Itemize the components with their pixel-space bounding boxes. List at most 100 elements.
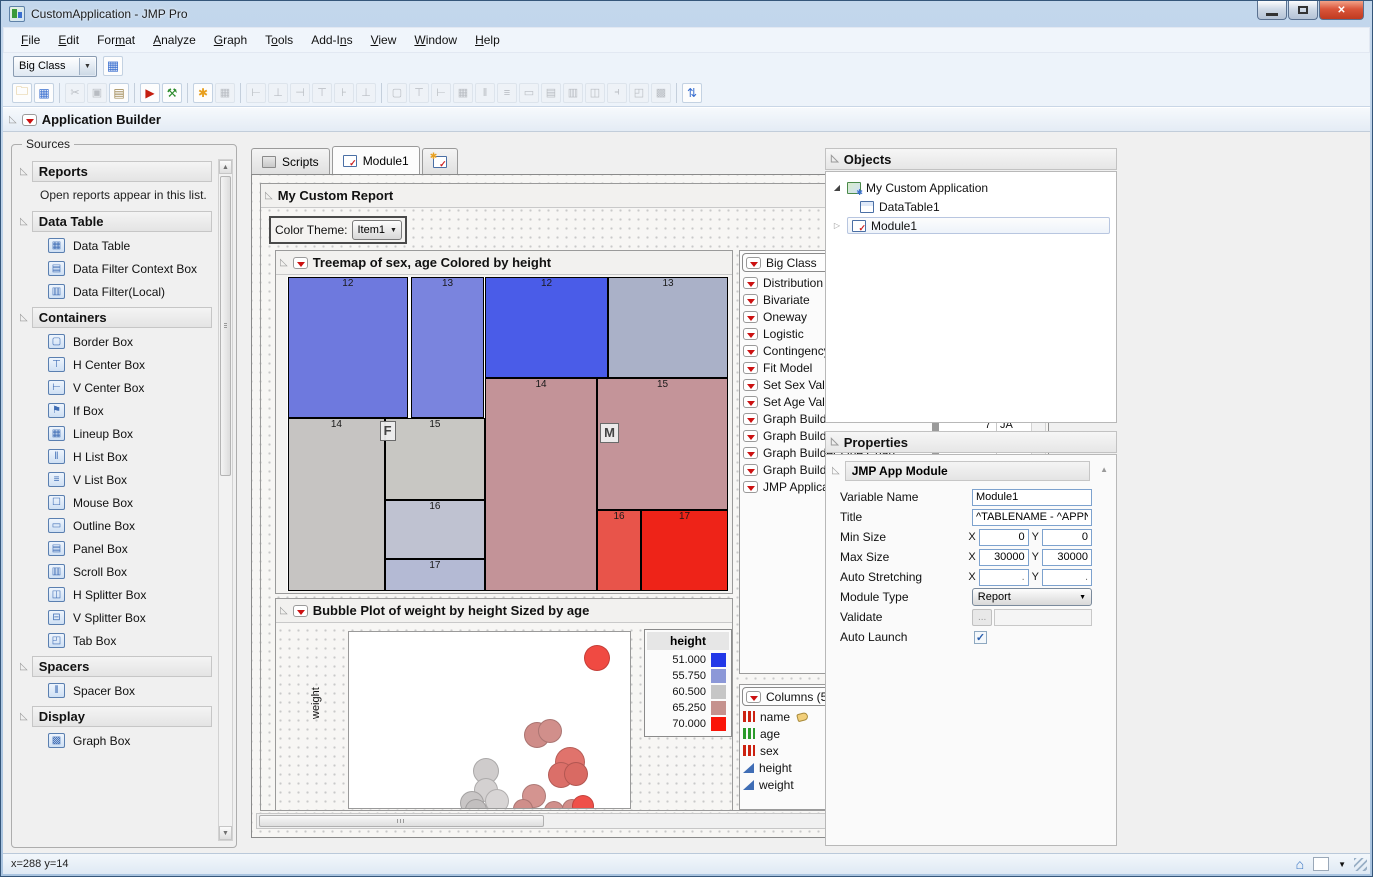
section-header-reports[interactable]: ◺Reports [20, 161, 212, 182]
tree-node-application[interactable]: ◢ My Custom Application [826, 178, 1116, 197]
resize-grip[interactable] [1354, 858, 1367, 871]
sidebar-item-data-table[interactable]: ▦Data Table [18, 234, 212, 257]
section-header-display[interactable]: ◺Display [20, 706, 212, 727]
tree-collapsed-icon[interactable]: ▷ [832, 221, 842, 230]
sidebar-item-spacer-box[interactable]: ⫴Spacer Box [18, 679, 212, 702]
new-module-icon[interactable]: ✱ [193, 83, 213, 103]
min-size-x-field[interactable] [979, 529, 1029, 546]
maximize-button[interactable] [1288, 1, 1318, 20]
tree-node-datatable[interactable]: DataTable1 [826, 197, 1116, 216]
auto-launch-checkbox[interactable]: ✓ [974, 631, 987, 644]
auto-stretching-x-field[interactable] [979, 569, 1029, 586]
save-icon[interactable]: ▦ [34, 83, 54, 103]
red-triangle-menu-icon[interactable] [743, 430, 758, 442]
open-icon[interactable]: 🗀 [12, 83, 32, 103]
menu-item-help[interactable]: Help [466, 29, 509, 51]
section-header-spacers[interactable]: ◺Spacers [20, 656, 212, 677]
new-module-tab[interactable] [422, 148, 458, 174]
sidebar-item-graph-box[interactable]: ▩Graph Box [18, 729, 212, 752]
treemap-cell-f-16[interactable]: 16 [385, 500, 485, 559]
color-theme-dropdown[interactable]: Item1 ▼ [352, 220, 401, 240]
sidebar-item-mouse-box[interactable]: ☐Mouse Box [18, 491, 212, 514]
max-size-x-field[interactable] [979, 549, 1029, 566]
treemap-cell-m-17[interactable]: 17 [641, 510, 728, 591]
home-icon[interactable]: ⌂ [1296, 856, 1304, 872]
window-list-button[interactable] [1313, 857, 1329, 871]
tab-module1[interactable]: Module1 [332, 146, 420, 174]
collapse-triangle-icon[interactable]: ◺ [20, 167, 28, 177]
collapse-triangle-icon[interactable]: ◺ [265, 191, 273, 201]
treemap-cell-f-12[interactable]: 12 [288, 277, 408, 418]
menu-item-view[interactable]: View [362, 29, 406, 51]
debug-script-icon[interactable]: ⚒ [162, 83, 182, 103]
minimize-button[interactable] [1257, 1, 1287, 20]
sidebar-item-v-center-box[interactable]: ⊢V Center Box [18, 376, 212, 399]
section-header-data-table[interactable]: ◺Data Table [20, 211, 212, 232]
treemap-cell-m-14[interactable]: 14 [485, 378, 597, 591]
run-script-icon[interactable]: ▶ [140, 83, 160, 103]
collapse-triangle-icon[interactable]: ◺ [832, 466, 840, 476]
close-button[interactable]: ✕ [1319, 1, 1364, 20]
collapse-triangle-icon[interactable]: ◺ [9, 115, 17, 125]
collapse-triangle-icon[interactable]: ◺ [831, 154, 839, 164]
red-triangle-menu-icon[interactable] [746, 257, 761, 269]
red-triangle-menu-icon[interactable] [743, 379, 758, 391]
collapse-triangle-icon[interactable]: ◺ [280, 606, 288, 616]
treemap-cell-f-17[interactable]: 17 [385, 559, 485, 591]
paste-icon[interactable]: ▤ [109, 83, 129, 103]
red-triangle-menu-icon[interactable] [743, 464, 758, 476]
auto-stretching-y-field[interactable] [1042, 569, 1092, 586]
min-size-y-field[interactable] [1042, 529, 1092, 546]
treemap-cell-m-16[interactable]: 16 [597, 510, 641, 591]
red-triangle-menu-icon[interactable] [293, 257, 308, 269]
red-triangle-menu-icon[interactable] [22, 114, 37, 126]
treemap-cell-f-15[interactable]: 15 [385, 418, 485, 500]
collapse-triangle-icon[interactable]: ◺ [20, 217, 28, 227]
red-triangle-menu-icon[interactable] [743, 328, 758, 340]
menu-item-tools[interactable]: Tools [256, 29, 302, 51]
sidebar-item-lineup-box[interactable]: ▦Lineup Box [18, 422, 212, 445]
treemap-cell-f-14[interactable]: 14 [288, 418, 385, 591]
scroll-up-icon[interactable]: ▲ [219, 160, 232, 174]
red-triangle-menu-icon[interactable] [743, 481, 758, 493]
red-triangle-menu-icon[interactable] [743, 413, 758, 425]
sidebar-item-border-box[interactable]: ▢Border Box [18, 330, 212, 353]
scroll-down-icon[interactable]: ▼ [219, 826, 232, 840]
validate-field[interactable] [994, 609, 1092, 626]
red-triangle-menu-icon[interactable] [293, 605, 308, 617]
red-triangle-menu-icon[interactable] [746, 691, 761, 703]
tree-node-module[interactable]: ▷ Module1 [826, 216, 1116, 235]
variable-name-field[interactable] [972, 489, 1092, 506]
collapse-triangle-icon[interactable]: ◺ [20, 662, 28, 672]
sidebar-item-if-box[interactable]: ⚑If Box [18, 399, 212, 422]
menu-item-window[interactable]: Window [405, 29, 466, 51]
title-field[interactable] [972, 509, 1092, 526]
treemap-cell-m-15[interactable]: 15 [597, 378, 728, 510]
treemap-cell-m-12[interactable]: 12 [485, 277, 608, 378]
menu-item-graph[interactable]: Graph [205, 29, 256, 51]
red-triangle-menu-icon[interactable] [743, 345, 758, 357]
sidebar-item-v-list-box[interactable]: ≡V List Box [18, 468, 212, 491]
sidebar-item-h-center-box[interactable]: ⊤H Center Box [18, 353, 212, 376]
red-triangle-menu-icon[interactable] [743, 277, 758, 289]
tab-scripts[interactable]: Scripts [251, 148, 330, 174]
collapse-triangle-icon[interactable]: ◺ [831, 437, 839, 447]
sidebar-item-panel-box[interactable]: ▤Panel Box [18, 537, 212, 560]
menu-item-file[interactable]: File [12, 29, 49, 51]
module-type-select[interactable]: Report ▼ [972, 588, 1092, 606]
red-triangle-menu-icon[interactable] [743, 294, 758, 306]
reorder-icon[interactable]: ⇅ [682, 83, 702, 103]
section-header-containers[interactable]: ◺Containers [20, 307, 212, 328]
collapse-triangle-icon[interactable]: ◺ [280, 258, 288, 268]
chevron-down-icon[interactable]: ▼ [1338, 860, 1346, 869]
collapse-triangle-icon[interactable]: ◺ [20, 712, 28, 722]
sidebar-item-v-splitter-box[interactable]: ⊟V Splitter Box [18, 606, 212, 629]
red-triangle-menu-icon[interactable] [743, 311, 758, 323]
sidebar-item-scroll-box[interactable]: ▥Scroll Box [18, 560, 212, 583]
red-triangle-menu-icon[interactable] [743, 362, 758, 374]
sources-scrollbar[interactable]: ▲ ▼ [218, 159, 233, 841]
data-table-combo[interactable]: Big Class ▼ [13, 56, 97, 77]
menu-item-add-ins[interactable]: Add-Ins [302, 29, 361, 51]
sidebar-item-tab-box[interactable]: ◰Tab Box [18, 629, 212, 652]
sidebar-item-outline-box[interactable]: ▭Outline Box [18, 514, 212, 537]
